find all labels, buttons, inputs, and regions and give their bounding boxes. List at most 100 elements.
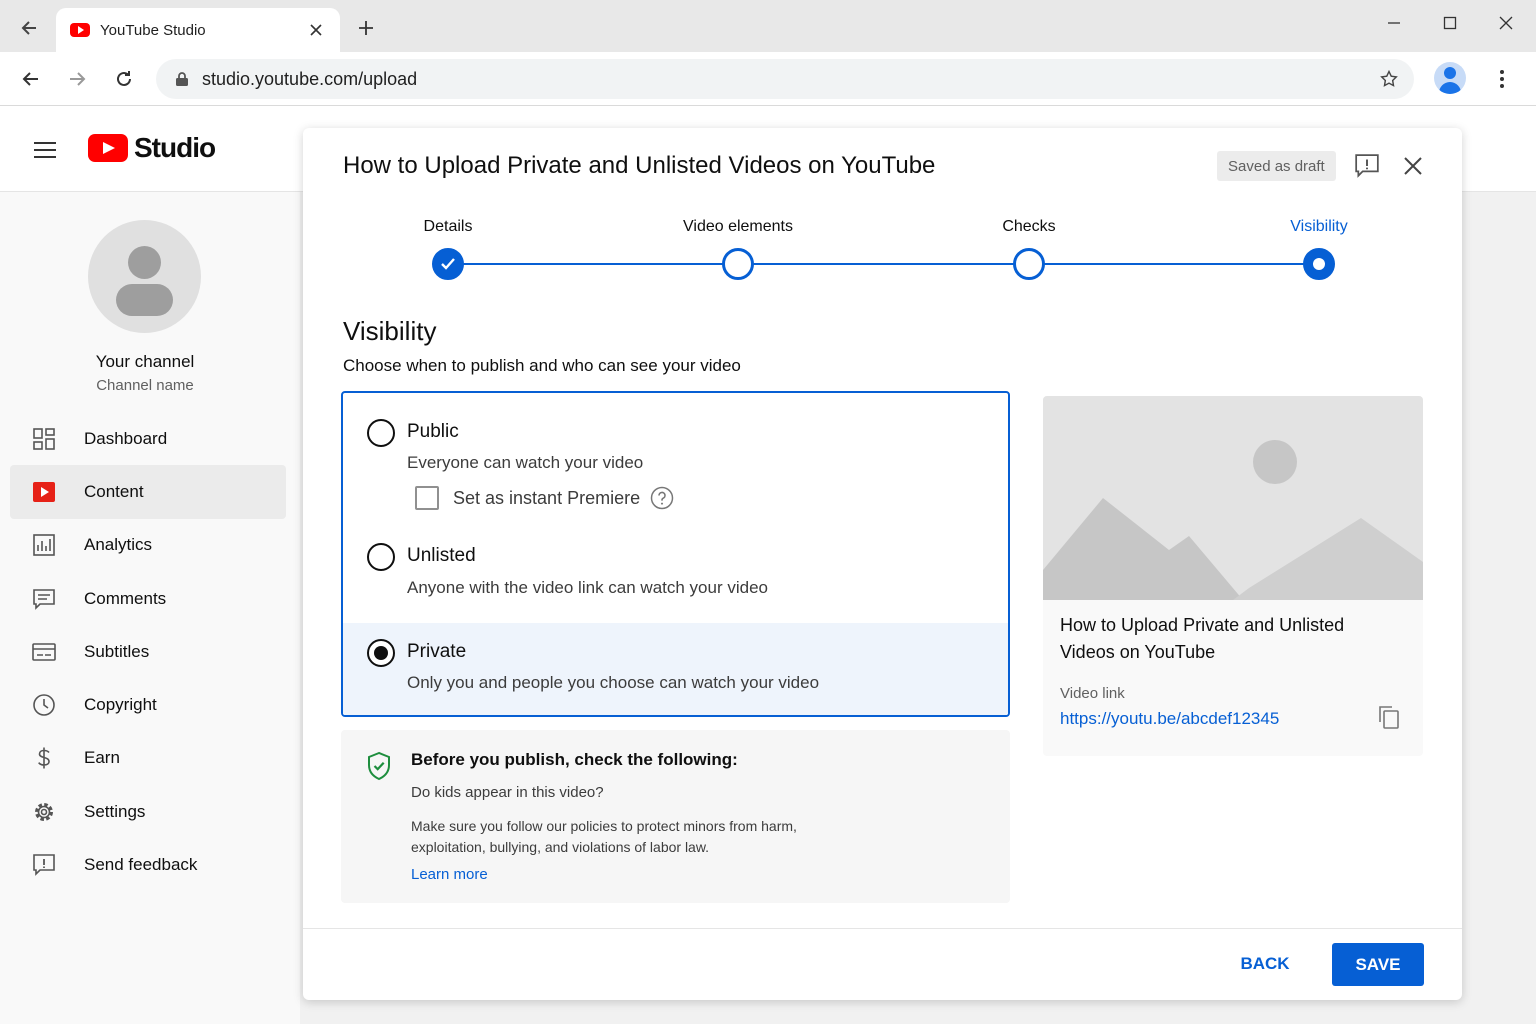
save-button[interactable]: SAVE: [1332, 943, 1424, 986]
tab-search-back-icon[interactable]: [14, 12, 46, 44]
minimize-icon[interactable]: [1374, 8, 1414, 38]
studio-logo[interactable]: Studio: [88, 132, 216, 164]
step-label-checks[interactable]: Checks: [929, 218, 1129, 236]
forward-arrow-icon[interactable]: [60, 62, 94, 96]
address-bar[interactable]: studio.youtube.com/upload: [156, 59, 1414, 99]
browser-menu-icon[interactable]: [1488, 64, 1516, 94]
option-label-unlisted: Unlisted: [407, 545, 476, 566]
step-label-visibility[interactable]: Visibility: [1219, 218, 1419, 236]
back-button[interactable]: BACK: [1225, 943, 1305, 985]
sidebar-item-earn[interactable]: Earn: [10, 732, 286, 785]
sidebar-item-content[interactable]: Content: [10, 465, 286, 519]
studio-logo-text: Studio: [134, 132, 216, 163]
sidebar-item-label: Copyright: [84, 695, 157, 715]
draft-status-badge: Saved as draft: [1217, 151, 1336, 181]
video-thumbnail[interactable]: [1043, 396, 1423, 600]
visibility-options: Public Everyone can watch your video Set…: [341, 391, 1010, 717]
dashboard-icon: [30, 425, 58, 453]
option-desc-unlisted: Anyone with the video link can watch you…: [407, 578, 768, 597]
option-desc-private: Only you and people you choose can watch…: [407, 673, 820, 692]
sidebar-item-copyright[interactable]: Copyright: [10, 678, 286, 731]
profile-avatar-icon[interactable]: [1434, 62, 1466, 94]
sidebar-item-label: Analytics: [84, 535, 153, 555]
option-private[interactable]: Private Only you and people you choose c…: [343, 623, 1008, 715]
sidebar-item-label: Dashboard: [84, 428, 168, 448]
premiere-checkbox[interactable]: [415, 486, 439, 510]
lock-icon[interactable]: [172, 69, 192, 89]
step-label-details[interactable]: Details: [348, 218, 548, 236]
bookmark-star-icon[interactable]: [1372, 62, 1406, 96]
youtube-logo-icon: [88, 134, 128, 162]
new-tab-icon[interactable]: [352, 14, 380, 42]
radio-private[interactable]: [367, 639, 395, 667]
sidebar-item-label: Earn: [84, 748, 120, 768]
learn-more-link[interactable]: Learn more: [411, 866, 488, 883]
option-unlisted[interactable]: Unlisted Anyone with the video link can …: [343, 528, 1008, 623]
maximize-icon[interactable]: [1430, 8, 1470, 38]
checklist-question: Do kids appear in this video?: [411, 784, 604, 801]
sidebar-item-subtitles[interactable]: Subtitles: [10, 625, 286, 678]
option-desc-public: Everyone can watch your video: [407, 453, 644, 472]
option-label-public: Public: [407, 421, 459, 442]
settings-icon: [30, 798, 58, 826]
checklist-body: Make sure you follow our policies to pro…: [411, 818, 797, 855]
upload-dialog: How to Upload Private and Unlisted Video…: [303, 128, 1462, 1000]
checklist-title: Before you publish, check the following:: [411, 750, 738, 769]
image-placeholder-icon: [1043, 440, 1423, 600]
channel-avatar[interactable]: [88, 220, 201, 333]
browser-toolbar: studio.youtube.com/upload: [0, 52, 1536, 106]
sidebar-item-label: Content: [84, 481, 144, 501]
channel-title: Your channel: [95, 352, 195, 371]
tab-title: YouTube Studio: [100, 21, 206, 39]
dialog-feedback-icon[interactable]: [1351, 150, 1383, 182]
premiere-row: Set as instant Premiere: [415, 486, 674, 510]
hamburger-menu-icon[interactable]: [28, 136, 62, 164]
analytics-icon: [30, 531, 58, 559]
step-label-video-elements[interactable]: Video elements: [638, 218, 838, 236]
sidebar-item-label: Send feedback: [84, 855, 198, 875]
feedback-icon: [30, 851, 58, 879]
sidebar: Your channel Channel name Dashboard Cont…: [0, 192, 300, 1024]
visibility-heading: Visibility: [343, 316, 437, 346]
copy-icon[interactable]: [1375, 702, 1403, 732]
option-label-private: Private: [407, 641, 467, 662]
earn-icon: [30, 744, 58, 772]
step-current-marker: [1313, 258, 1325, 270]
step-dot-checks[interactable]: [1013, 248, 1045, 280]
video-link[interactable]: https://youtu.be/abcdef12345: [1060, 709, 1279, 729]
sidebar-item-dashboard[interactable]: Dashboard: [10, 412, 286, 465]
radio-public[interactable]: [367, 419, 395, 447]
sidebar-item-comments[interactable]: Comments: [10, 572, 286, 625]
sidebar-item-settings[interactable]: Settings: [10, 785, 286, 838]
preview-title: How to Upload Private and Unlisted Video…: [1060, 615, 1345, 662]
url-text[interactable]: studio.youtube.com/upload: [202, 69, 1372, 90]
premiere-label[interactable]: Set as instant Premiere: [453, 488, 640, 509]
back-arrow-icon[interactable]: [14, 62, 48, 96]
video-preview-card: How to Upload Private and Unlisted Video…: [1043, 396, 1423, 756]
subtitles-icon: [30, 638, 58, 666]
visibility-subheading: Choose when to publish and who can see y…: [343, 356, 741, 375]
reload-icon[interactable]: [107, 62, 141, 96]
step-dot-video-elements[interactable]: [722, 248, 754, 280]
stepper-line: [448, 263, 1320, 265]
comments-icon: [30, 585, 58, 613]
help-icon[interactable]: [650, 486, 674, 510]
youtube-favicon-icon: [70, 23, 90, 37]
window-close-icon[interactable]: [1486, 8, 1526, 38]
radio-unlisted[interactable]: [367, 543, 395, 571]
option-public[interactable]: Public Everyone can watch your video Set…: [343, 393, 1008, 528]
dialog-title: How to Upload Private and Unlisted Video…: [343, 152, 936, 179]
channel-name: Channel name: [96, 377, 194, 394]
shield-check-icon: [365, 750, 393, 782]
sidebar-item-label: Comments: [84, 588, 167, 608]
browser-tab[interactable]: YouTube Studio: [56, 8, 340, 52]
sidebar-item-send-feedback[interactable]: Send feedback: [10, 838, 286, 891]
publish-checklist: Before you publish, check the following:…: [341, 730, 1010, 903]
tab-close-icon[interactable]: [306, 20, 326, 40]
sidebar-item-analytics[interactable]: Analytics: [10, 519, 286, 572]
step-dot-details[interactable]: [432, 248, 464, 280]
sidebar-item-label: Settings: [84, 801, 146, 821]
dialog-footer: BACK SAVE: [303, 928, 1462, 1000]
dialog-close-icon[interactable]: [1397, 150, 1429, 182]
step-dot-visibility[interactable]: [1303, 248, 1335, 280]
